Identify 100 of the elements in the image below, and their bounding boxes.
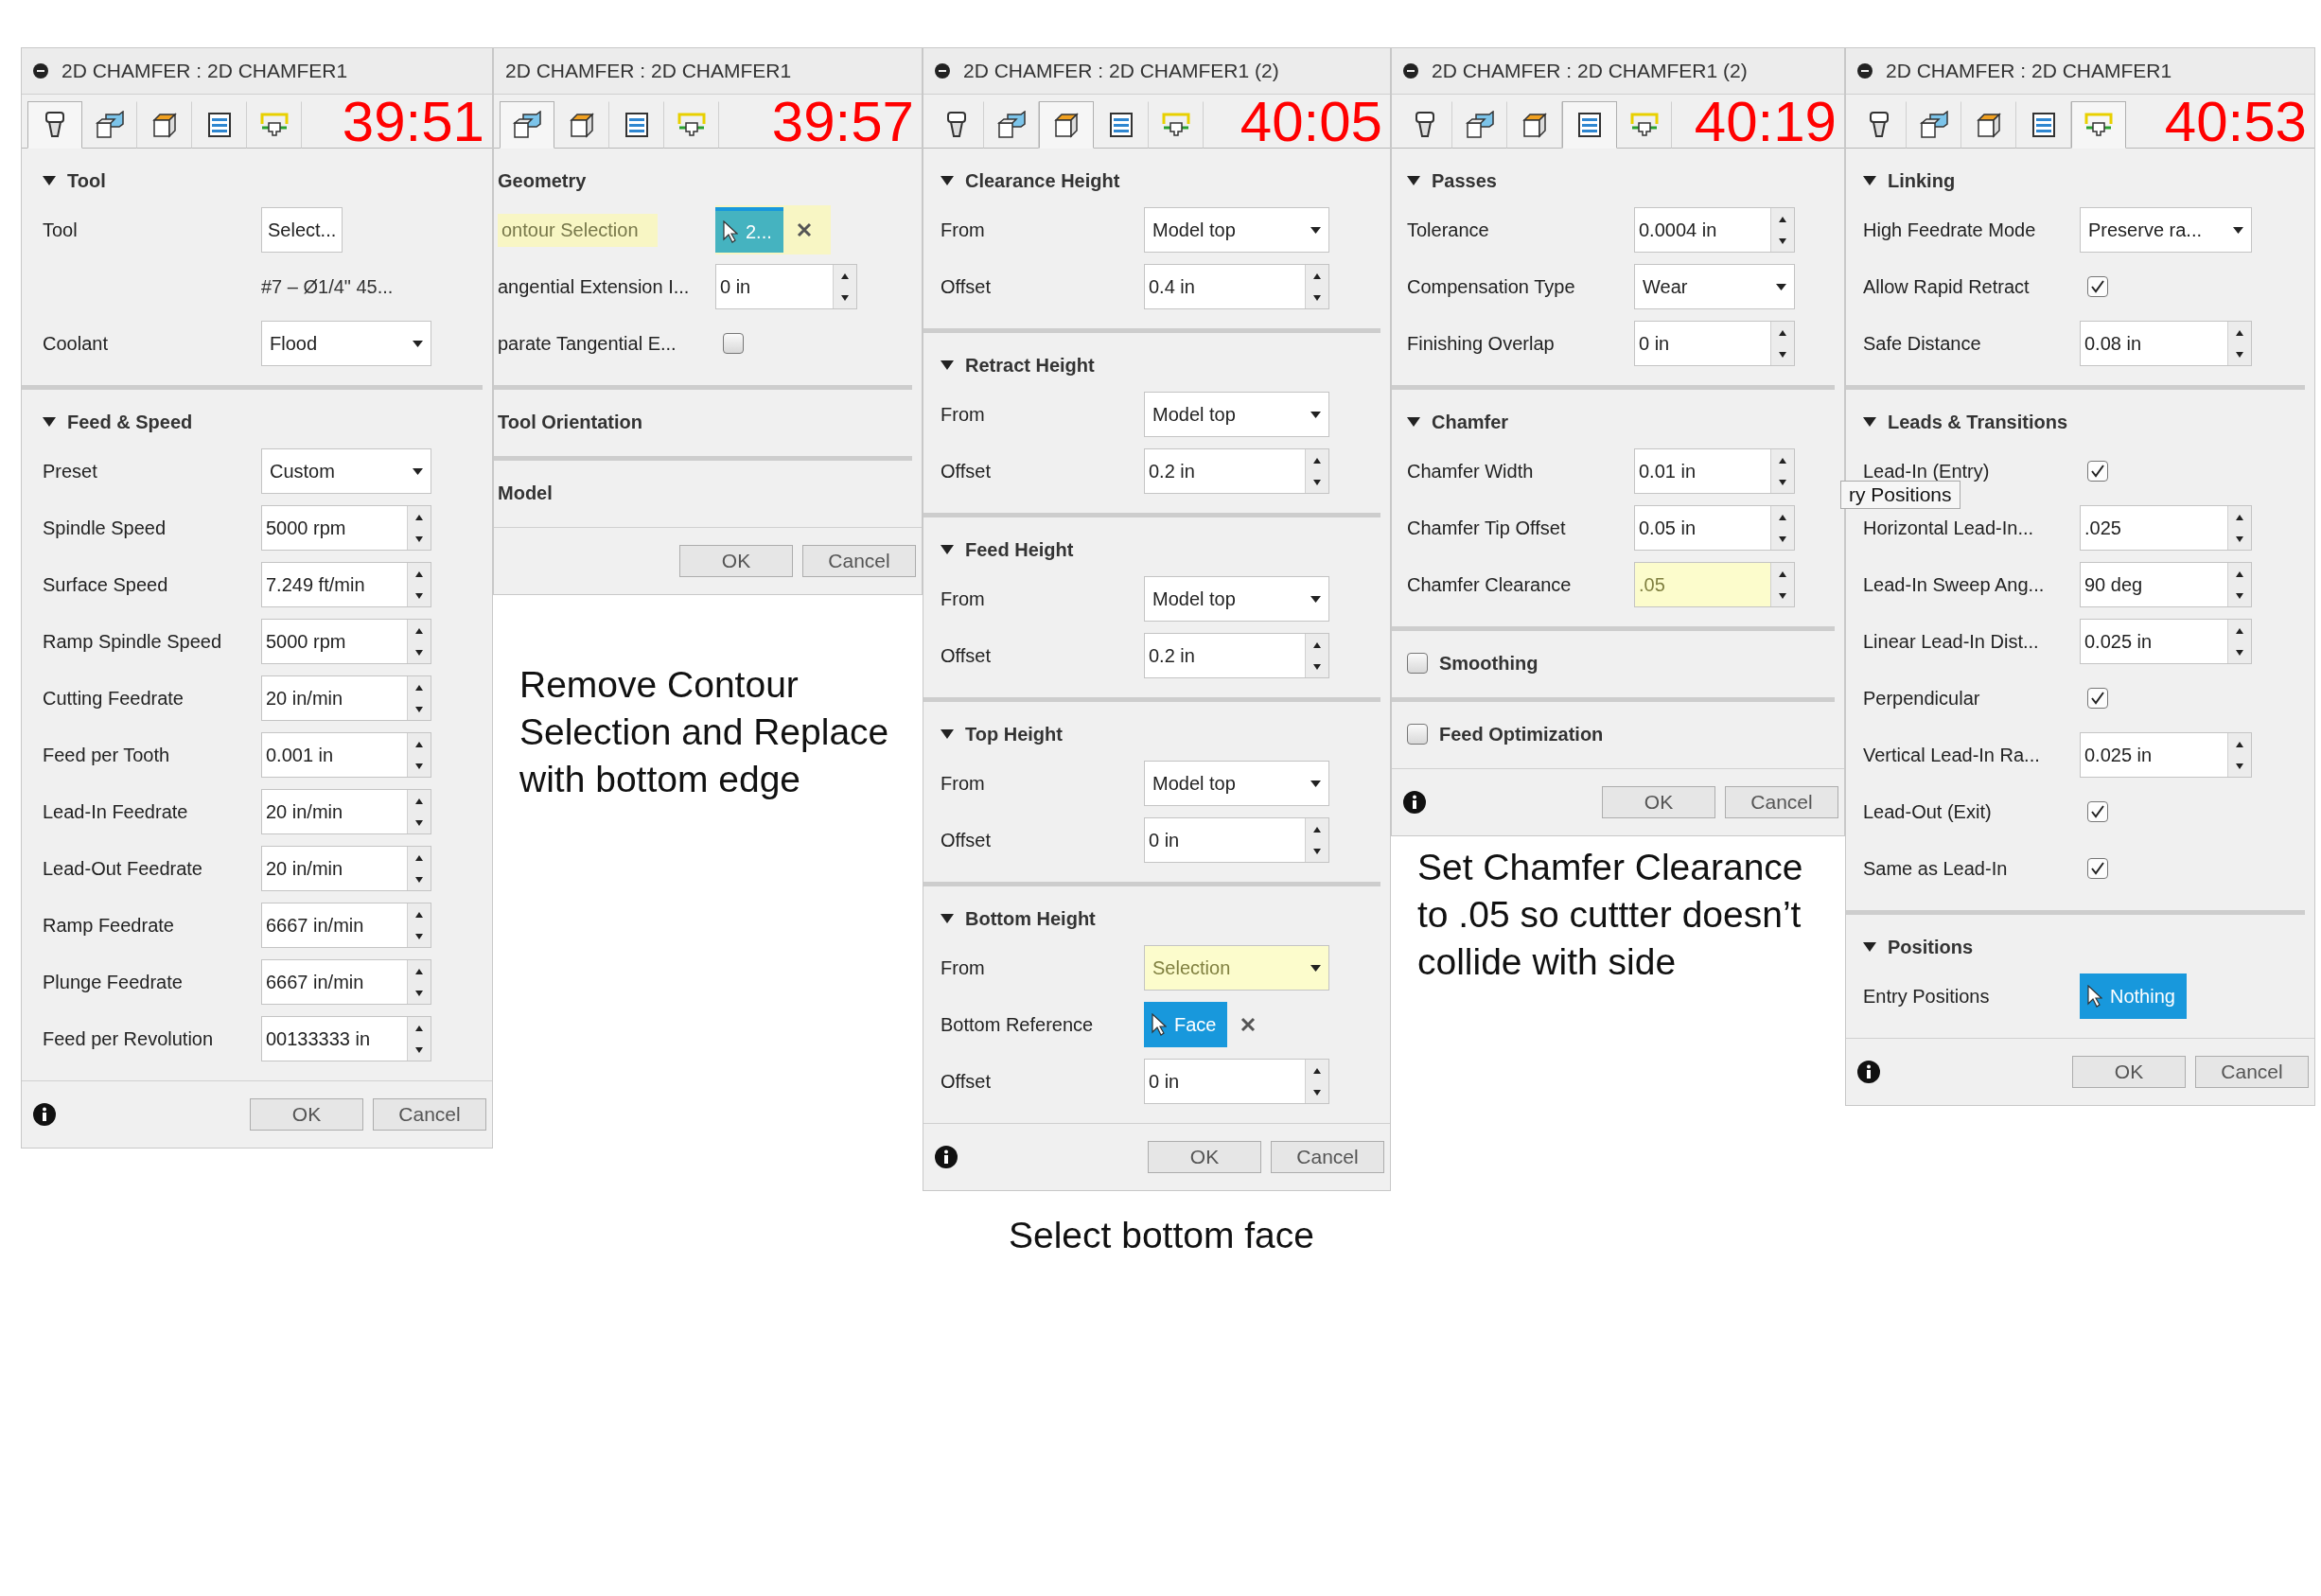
cursor-icon <box>2087 985 2102 1008</box>
checkbox[interactable] <box>2087 276 2108 297</box>
collapse-icon[interactable] <box>1863 940 1876 954</box>
number-field[interactable]: 0.001 in <box>261 732 431 778</box>
tab[interactable] <box>27 101 82 149</box>
collapse-icon[interactable] <box>941 912 954 925</box>
timestamp: 40:19 <box>1694 96 1837 148</box>
dropdown[interactable]: Flood <box>261 321 431 366</box>
cancel-button[interactable]: Cancel <box>1271 1141 1384 1173</box>
section-title: Clearance Height <box>965 169 1120 192</box>
number-field[interactable]: .05 <box>1634 562 1795 607</box>
checkbox[interactable] <box>2087 801 2108 822</box>
number-field[interactable]: 0.08 in <box>2080 321 2252 366</box>
number-field[interactable]: 20 in/min <box>261 789 431 834</box>
collapse-icon[interactable] <box>43 174 56 187</box>
field-label: Vertical Lead-In Ra... <box>1863 744 2040 766</box>
number-field[interactable]: 0.2 in <box>1144 448 1329 494</box>
field-label: Finishing Overlap <box>1407 332 1555 355</box>
number-field[interactable]: 0.4 in <box>1144 264 1329 309</box>
number-field[interactable]: 6667 in/min <box>261 959 431 1005</box>
ok-button[interactable]: OK <box>1148 1141 1261 1173</box>
collapse-icon[interactable] <box>941 359 954 372</box>
checkbox[interactable] <box>2087 858 2108 879</box>
number-field[interactable]: 0 in <box>1634 321 1795 366</box>
stripes-icon <box>1109 112 1134 138</box>
number-field[interactable]: 0 in <box>1144 1059 1329 1104</box>
checkbox[interactable] <box>1407 653 1428 674</box>
collapse-icon[interactable] <box>1407 174 1420 187</box>
field-label: Feed per Tooth <box>43 744 170 766</box>
number-field[interactable]: 0 in <box>1144 817 1329 863</box>
cancel-button[interactable]: Cancel <box>2195 1056 2309 1088</box>
checkbox[interactable] <box>2087 461 2108 482</box>
checkbox[interactable] <box>723 333 744 354</box>
tab[interactable] <box>1562 101 1617 149</box>
close-icon[interactable] <box>796 222 812 237</box>
info-icon[interactable] <box>1403 791 1426 814</box>
ok-button[interactable]: OK <box>679 545 793 577</box>
caret-icon <box>1310 964 1321 972</box>
tab[interactable] <box>500 101 554 149</box>
window-title: 2D CHAMFER : 2D CHAMFER1 <box>505 60 792 82</box>
dropdown[interactable]: Custom <box>261 448 431 494</box>
number-field[interactable]: 0.025 in <box>2080 619 2252 664</box>
collapse-icon[interactable] <box>941 174 954 187</box>
collapse-icon[interactable] <box>941 728 954 741</box>
dropdown[interactable]: Selection <box>1144 945 1329 991</box>
minimize-icon[interactable] <box>935 63 950 79</box>
dropdown[interactable]: Model top <box>1144 207 1329 253</box>
number-field[interactable]: 5000 rpm <box>261 619 431 664</box>
dropdown[interactable]: Model top <box>1144 576 1329 622</box>
number-field[interactable]: 90 deg <box>2080 562 2252 607</box>
collapse-icon[interactable] <box>1863 415 1876 429</box>
cancel-button[interactable]: Cancel <box>802 545 916 577</box>
ok-button[interactable]: OK <box>2072 1056 2186 1088</box>
info-icon[interactable] <box>935 1146 958 1168</box>
number-field[interactable]: 00133333 in <box>261 1016 431 1061</box>
minimize-icon[interactable] <box>1857 63 1873 79</box>
number-field[interactable]: .025 <box>2080 505 2252 551</box>
number-field[interactable]: 7.249 ft/min <box>261 562 431 607</box>
cancel-button[interactable]: Cancel <box>1725 786 1838 818</box>
cancel-button[interactable]: Cancel <box>373 1098 486 1131</box>
number-field[interactable]: 0.01 in <box>1634 448 1795 494</box>
checkbox[interactable] <box>1407 724 1428 745</box>
number-field[interactable]: 0 in <box>715 264 857 309</box>
field-label: Chamfer Tip Offset <box>1407 517 1566 539</box>
ok-button[interactable]: OK <box>250 1098 363 1131</box>
stripes-icon <box>1577 112 1602 138</box>
ok-button[interactable]: OK <box>1602 786 1715 818</box>
field-label: Tool <box>43 219 78 241</box>
dropdown[interactable]: Model top <box>1144 761 1329 806</box>
field-label: Offset <box>941 460 991 482</box>
minimize-icon[interactable] <box>1403 63 1418 79</box>
dropdown[interactable]: Preserve ra... <box>2080 207 2252 253</box>
tab[interactable] <box>1039 101 1094 149</box>
collapse-icon[interactable] <box>1407 415 1420 429</box>
select-button[interactable]: Select... <box>261 207 343 253</box>
info-icon[interactable] <box>33 1103 56 1126</box>
number-field[interactable]: 0.025 in <box>2080 732 2252 778</box>
number-field[interactable]: 0.05 in <box>1634 505 1795 551</box>
field-label: High Feedrate Mode <box>1863 219 2036 241</box>
timestamp: 40:53 <box>2164 96 2308 148</box>
number-field[interactable]: 5000 rpm <box>261 505 431 551</box>
number-field[interactable]: 20 in/min <box>261 846 431 891</box>
number-field[interactable]: 20 in/min <box>261 675 431 721</box>
collapse-icon[interactable] <box>43 415 56 429</box>
checkbox[interactable] <box>2087 688 2108 709</box>
field-label: Horizontal Lead-In... <box>1863 517 2034 539</box>
dropdown[interactable]: Wear <box>1634 264 1795 309</box>
number-field[interactable]: 0.0004 in <box>1634 207 1795 253</box>
section-title: Tool Orientation <box>498 411 642 433</box>
info-icon[interactable] <box>1857 1061 1880 1083</box>
number-field[interactable]: 6667 in/min <box>261 903 431 948</box>
tab[interactable] <box>2071 101 2126 149</box>
number-field[interactable]: 0.2 in <box>1144 633 1329 678</box>
caret-icon <box>1310 780 1321 787</box>
collapse-icon[interactable] <box>941 543 954 556</box>
collapse-icon[interactable] <box>1863 174 1876 187</box>
minimize-icon[interactable] <box>33 63 48 79</box>
field-label: Spindle Speed <box>43 517 167 539</box>
dropdown[interactable]: Model top <box>1144 392 1329 437</box>
close-icon[interactable] <box>1240 1017 1257 1032</box>
